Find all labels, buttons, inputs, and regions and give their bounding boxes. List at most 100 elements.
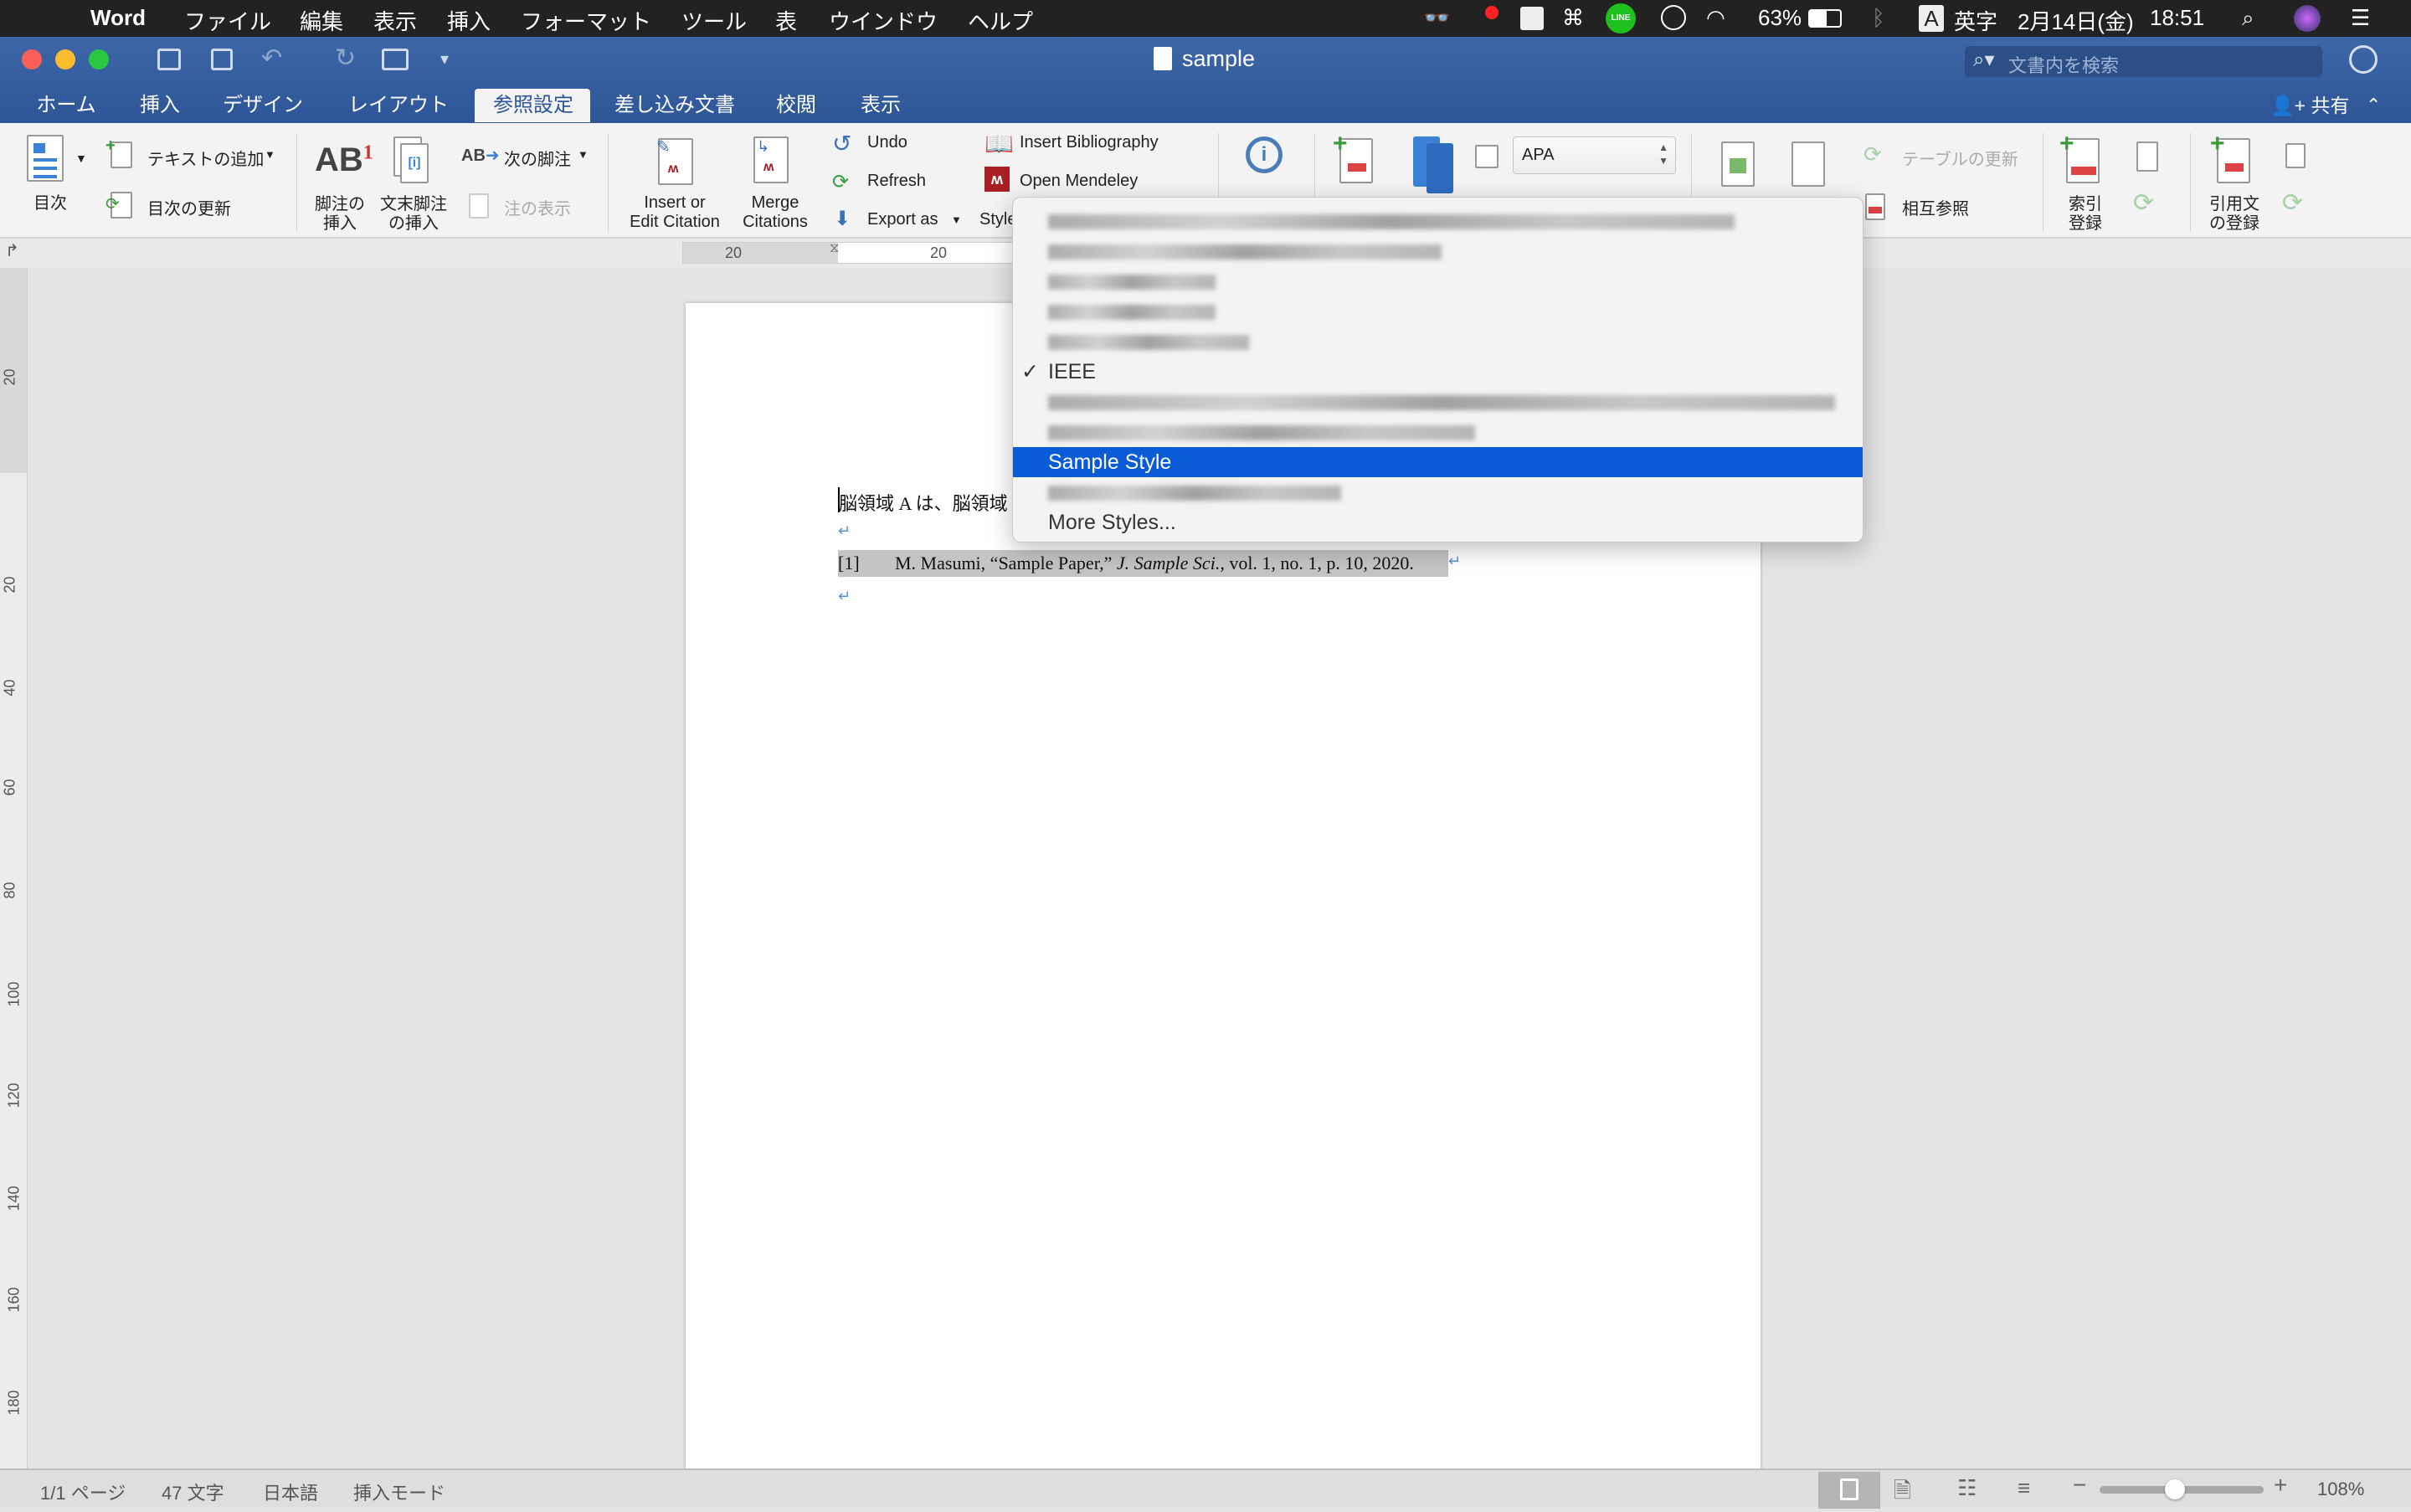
draft-view-icon[interactable]: ≡ — [2018, 1475, 2030, 1501]
tab-view[interactable]: 表示 — [842, 89, 919, 122]
style-option-ieee[interactable]: ✓ IEEE — [1013, 357, 1863, 387]
customize-toolbar-icon[interactable]: ▾ — [440, 49, 449, 69]
menu-insert[interactable]: 挿入 — [447, 5, 491, 36]
menu-edit[interactable]: 編集 — [300, 5, 343, 36]
menu-app-word[interactable]: Word — [90, 5, 146, 31]
ruler-label: 20 — [930, 244, 948, 261]
style-option-blurred[interactable] — [1013, 417, 1863, 447]
style-option-blurred[interactable] — [1013, 387, 1863, 417]
menu-window[interactable]: ウインドウ — [829, 5, 938, 36]
language-indicator[interactable]: 日本語 — [263, 1479, 318, 1505]
spotlight-search-icon[interactable]: ⌕ — [2242, 5, 2254, 32]
collapse-ribbon-icon[interactable]: ⌃ — [2366, 89, 2381, 122]
paragraph-mark: ↵ — [838, 522, 851, 539]
command-icon[interactable]: ⌘ — [1562, 5, 1584, 31]
insert-citation-word-icon[interactable]: + — [1333, 130, 1373, 183]
next-footnote-icon: AB➜ — [461, 147, 500, 165]
zoom-out-button[interactable]: − — [2073, 1472, 2086, 1499]
tab-mailings[interactable]: 差し込み文書 — [596, 89, 753, 122]
time-display[interactable]: 18:51 — [2150, 5, 2204, 31]
researcher-magnifier-icon[interactable]: i — [1246, 136, 1283, 173]
style-label: Style — [979, 210, 1017, 229]
style-option-blurred[interactable] — [1013, 477, 1863, 507]
insert-table-of-authorities-icon[interactable] — [2285, 143, 2306, 168]
close-window-button[interactable] — [22, 49, 42, 69]
notification-center-icon[interactable]: ☰ — [2351, 5, 2370, 31]
outline-view-icon[interactable]: ☷ — [1957, 1475, 1977, 1501]
refresh-icon: ⟳ — [832, 171, 850, 193]
insert-table-of-figures-icon[interactable] — [1792, 141, 1825, 187]
tab-home[interactable]: ホーム — [18, 89, 114, 122]
undo-icon[interactable]: ↶ — [261, 44, 282, 73]
insert-index-icon[interactable] — [2136, 141, 2158, 172]
word-count[interactable]: 47 文字 — [162, 1479, 224, 1505]
redo-icon[interactable]: ↻ — [335, 44, 356, 73]
update-index-icon[interactable]: ⟳ — [2133, 188, 2154, 218]
print-layout-view-button[interactable] — [1818, 1472, 1880, 1509]
more-styles-option[interactable]: More Styles... — [1013, 507, 1863, 537]
menu-tools[interactable]: ツール — [681, 5, 747, 36]
input-source-badge[interactable]: A — [1919, 5, 1944, 32]
print-icon[interactable] — [382, 49, 409, 70]
line-icon[interactable]: LINE — [1606, 3, 1636, 33]
update-authorities-icon[interactable]: ⟳ — [2282, 188, 2303, 218]
update-toc-label: 目次の更新 — [147, 200, 231, 219]
refresh-label: Refresh — [867, 172, 927, 190]
share-button[interactable]: 👤+ 共有 — [2270, 89, 2349, 122]
glasses-icon[interactable]: 👓 — [1423, 5, 1450, 31]
merge-citations-icon: ʍ ↳ — [753, 136, 789, 183]
siri-icon[interactable] — [2294, 5, 2321, 32]
style-option-blurred[interactable] — [1013, 266, 1863, 296]
input-mode-label[interactable]: 英字 — [1954, 5, 1997, 36]
style-option-blurred[interactable] — [1013, 327, 1863, 357]
style-option-blurred[interactable] — [1013, 296, 1863, 327]
save-icon[interactable] — [211, 49, 233, 70]
web-layout-view-icon[interactable]: 🗎 — [1894, 1475, 1911, 1512]
minimize-window-button[interactable] — [55, 49, 75, 69]
battery-icon[interactable] — [1808, 9, 1842, 28]
date-display[interactable]: 2月14日(金) — [2018, 5, 2134, 36]
paragraph-mark: ↵ — [838, 588, 851, 604]
tab-stop-selector-icon[interactable]: ↱ — [5, 240, 19, 261]
style-option-blurred[interactable] — [1013, 236, 1863, 266]
search-document-input[interactable]: ⌕▾ 文書内を検索 — [1965, 46, 2322, 77]
tab-references[interactable]: 参照設定 — [475, 89, 590, 122]
bibliography-entry[interactable]: [1] M. Masumi, “Sample Paper,” J. Sample… — [838, 550, 1448, 577]
page-count[interactable]: 1/1 ページ — [40, 1479, 126, 1505]
indent-marker-icon[interactable]: ⧖ — [830, 241, 839, 256]
tab-design[interactable]: デザイン — [204, 89, 321, 122]
vertical-ruler[interactable]: 20 20 40 60 80 100 120 140 160 180 — [0, 268, 28, 1468]
insert-endnote-label: 文末脚注 の挿入 — [380, 195, 447, 233]
zoom-window-button[interactable] — [89, 49, 109, 69]
ruler-label: 160 — [5, 1287, 23, 1313]
style-option-sample-style[interactable]: Sample Style — [1013, 447, 1863, 477]
tab-review[interactable]: 校閲 — [758, 89, 835, 122]
wifi-icon[interactable]: ◠ — [1706, 5, 1725, 31]
insert-citation-label: Insert or Edit Citation — [630, 193, 720, 231]
tab-layout[interactable]: レイアウト — [330, 89, 467, 122]
menu-format[interactable]: フォーマット — [521, 5, 651, 36]
citation-style-select[interactable]: APA ▲ ▼ — [1513, 136, 1676, 174]
mark-citation-icon: + — [2210, 130, 2250, 183]
tab-insert[interactable]: 挿入 — [121, 89, 198, 122]
notification-app-icon[interactable] — [1485, 6, 1499, 19]
style-option-blurred[interactable] — [1013, 206, 1863, 236]
insert-caption-icon[interactable] — [1721, 141, 1755, 187]
feedback-smiley-icon[interactable] — [2349, 45, 2378, 74]
cross-reference-icon — [1865, 193, 1885, 220]
google-drive-icon[interactable] — [1520, 7, 1544, 30]
menu-view[interactable]: 表示 — [373, 5, 417, 36]
sidebar-toggle-icon[interactable] — [157, 49, 181, 70]
zoom-slider-thumb[interactable] — [2165, 1479, 2186, 1499]
menu-file[interactable]: ファイル — [184, 5, 271, 36]
accessibility-icon[interactable] — [1661, 5, 1686, 30]
zoom-percentage[interactable]: 108% — [2317, 1479, 2364, 1500]
bluetooth-icon[interactable]: ᛒ — [1872, 5, 1885, 31]
menu-table[interactable]: 表 — [775, 5, 797, 36]
menu-help[interactable]: ヘルプ — [968, 5, 1033, 36]
zoom-in-button[interactable]: + — [2274, 1472, 2287, 1499]
zoom-slider[interactable] — [2100, 1479, 2264, 1499]
body-paragraph[interactable]: 脳領域 A は、脳領域 — [839, 489, 1008, 516]
bibliography-style-icon[interactable] — [1475, 145, 1499, 168]
ruler-label: 100 — [5, 981, 23, 1007]
